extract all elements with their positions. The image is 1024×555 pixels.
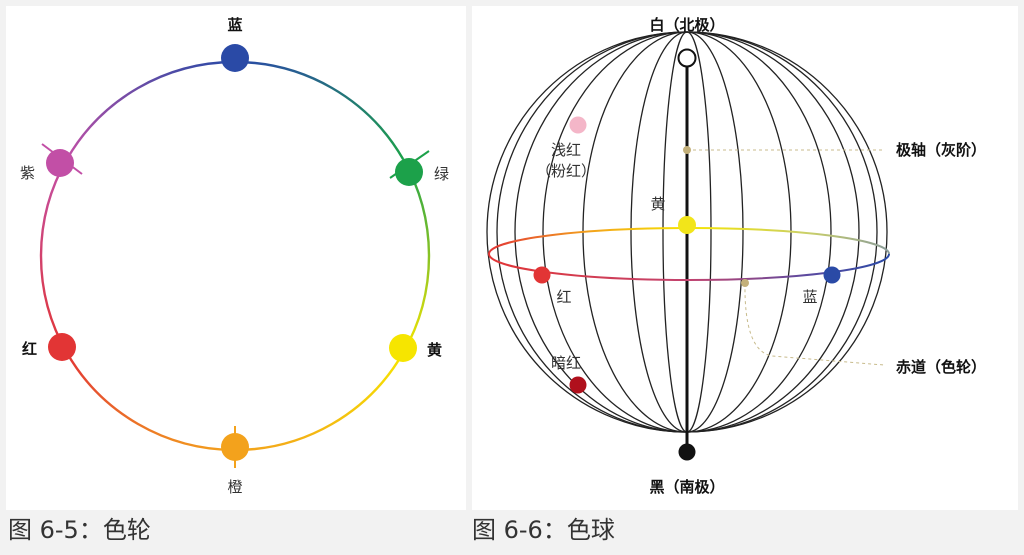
color-wheel-diagram: 蓝 绿 黄 橙 红 紫 bbox=[20, 16, 449, 496]
sphere-dot-red bbox=[533, 266, 551, 284]
color-wheel-ring bbox=[39, 60, 431, 452]
gray-axis-dot bbox=[683, 146, 691, 154]
sphere-dot-blue bbox=[823, 266, 841, 284]
sphere-label-light-red: 浅红 bbox=[551, 141, 581, 159]
south-pole-black-dot bbox=[678, 443, 696, 461]
sphere-label-north: 白（北极） bbox=[649, 16, 724, 34]
figure-caption-color-wheel: 图 6-5：色轮 bbox=[8, 516, 151, 544]
sphere-label-pink: （粉红） bbox=[536, 162, 596, 180]
gray-equator-dot bbox=[741, 279, 749, 287]
wheel-label-purple: 紫 bbox=[20, 164, 35, 182]
wheel-dot-purple bbox=[46, 149, 74, 177]
figure-caption-color-sphere: 图 6-6：色球 bbox=[472, 516, 615, 544]
sphere-label-red: 红 bbox=[556, 288, 571, 306]
wheel-label-blue: 蓝 bbox=[227, 16, 242, 34]
wheel-label-red: 红 bbox=[22, 340, 37, 358]
sphere-dot-yellow bbox=[678, 216, 696, 234]
sphere-label-yellow: 黄 bbox=[650, 195, 665, 213]
north-pole-white-dot bbox=[677, 48, 697, 68]
color-wheel-panel: 蓝 绿 黄 橙 红 紫 bbox=[6, 6, 466, 510]
sphere-dot-dark-red bbox=[569, 376, 587, 394]
wheel-dot-red bbox=[48, 333, 76, 361]
sphere-label-equator: 赤道（色轮） bbox=[896, 358, 986, 376]
sphere-dot-light-red bbox=[569, 116, 587, 134]
wheel-label-green: 绿 bbox=[434, 165, 449, 183]
color-sphere-panel: 白（北极） 黑（南极） 极轴（灰阶） 赤道（色轮） 浅红 （粉红） 黄 红 蓝 … bbox=[472, 6, 1018, 510]
sphere-label-south: 黑（南极） bbox=[649, 478, 724, 496]
wheel-dot-orange bbox=[221, 433, 249, 461]
wheel-label-orange: 橙 bbox=[227, 478, 242, 496]
color-sphere-diagram: 白（北极） 黑（南极） 极轴（灰阶） 赤道（色轮） 浅红 （粉红） 黄 红 蓝 … bbox=[486, 16, 986, 496]
wheel-label-yellow: 黄 bbox=[427, 341, 442, 359]
sphere-label-dark-red: 暗红 bbox=[551, 354, 581, 372]
wheel-dot-green bbox=[395, 158, 423, 186]
leader-lines bbox=[687, 149, 885, 366]
sphere-label-blue: 蓝 bbox=[802, 288, 817, 306]
wheel-tick-marks bbox=[41, 143, 430, 468]
wheel-dot-blue bbox=[221, 44, 249, 72]
sphere-label-axis: 极轴（灰阶） bbox=[896, 141, 986, 159]
wheel-dot-yellow bbox=[389, 334, 417, 362]
